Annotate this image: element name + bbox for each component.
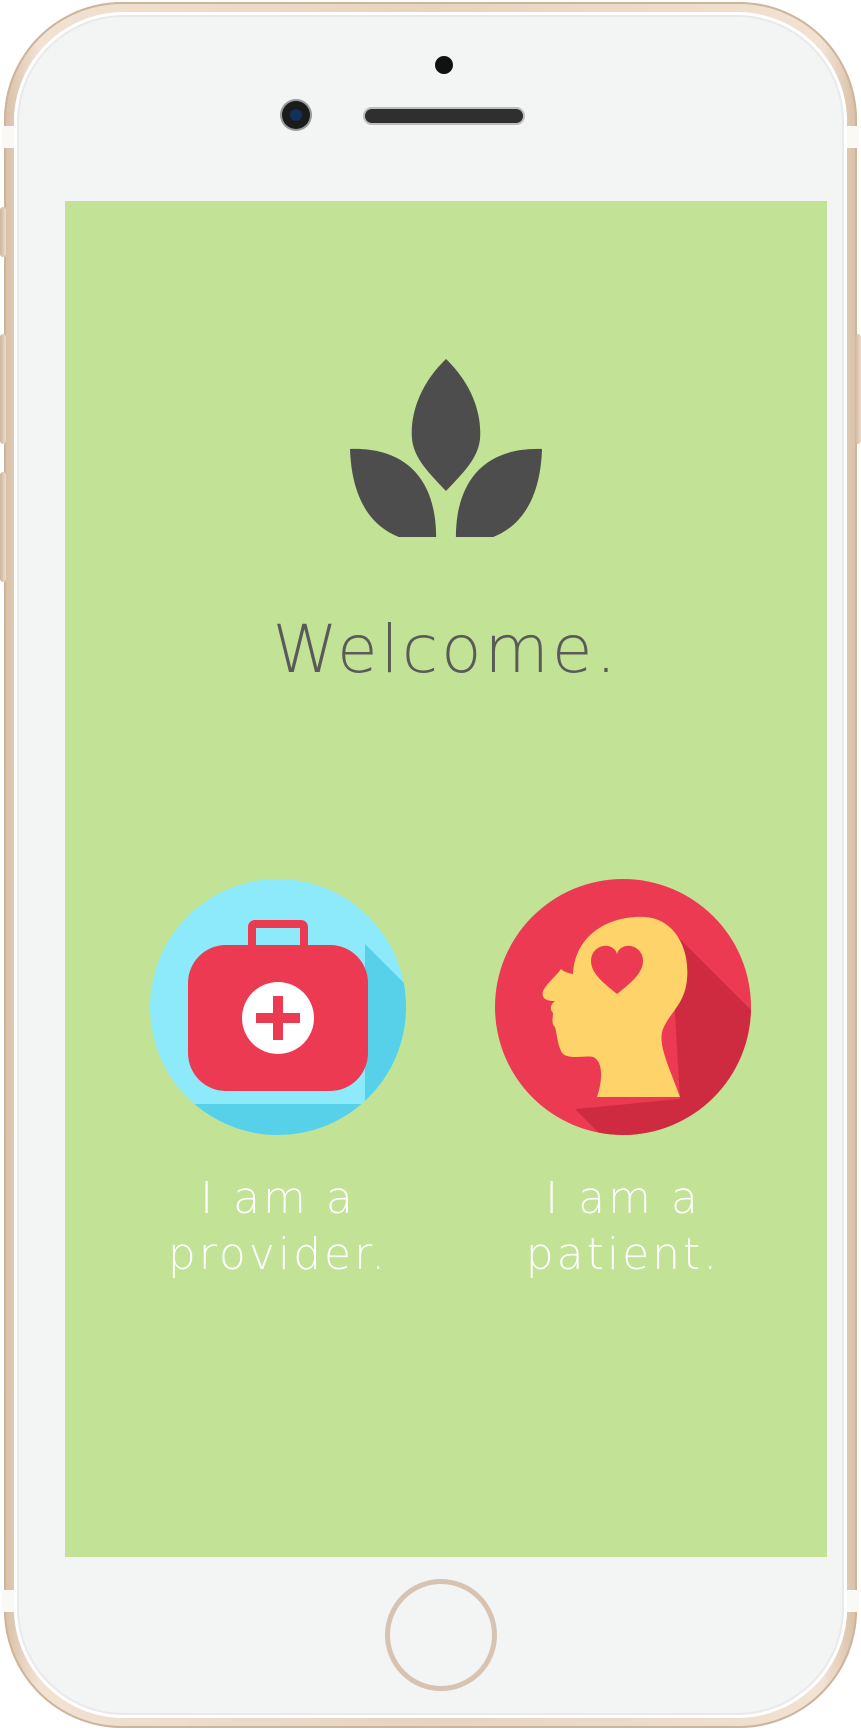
leaf-sprout-icon — [350, 359, 542, 537]
antenna-band — [847, 126, 859, 148]
first-aid-kit-icon[interactable] — [150, 879, 406, 1135]
phone-face: Welcome. I am a provider. I am a patient… — [14, 12, 847, 1718]
earpiece-speaker — [365, 109, 523, 123]
power-button — [855, 334, 861, 444]
volume-down-button — [0, 472, 6, 582]
front-camera-icon — [282, 101, 310, 129]
provider-label-line2: provider. — [167, 1229, 389, 1280]
home-button[interactable] — [385, 1579, 497, 1691]
patient-label[interactable]: I am a patient. — [495, 1171, 751, 1283]
provider-label-line1: I am a — [200, 1173, 356, 1224]
head-heart-icon[interactable] — [495, 879, 751, 1135]
phone-frame: Welcome. I am a provider. I am a patient… — [0, 2, 861, 1728]
antenna-band — [847, 1590, 859, 1612]
app-screen: Welcome. I am a provider. I am a patient… — [65, 201, 827, 1557]
antenna-band — [2, 1590, 14, 1612]
volume-up-button — [0, 334, 6, 444]
patient-label-line2: patient. — [525, 1229, 721, 1280]
patient-label-line1: I am a — [545, 1173, 701, 1224]
provider-option[interactable]: I am a provider. — [150, 879, 406, 1283]
proximity-sensor — [435, 56, 453, 74]
welcome-heading: Welcome. — [272, 611, 620, 688]
silent-switch — [0, 207, 6, 257]
provider-label[interactable]: I am a provider. — [150, 1171, 406, 1283]
antenna-band — [2, 126, 14, 148]
patient-option[interactable]: I am a patient. — [495, 879, 751, 1283]
